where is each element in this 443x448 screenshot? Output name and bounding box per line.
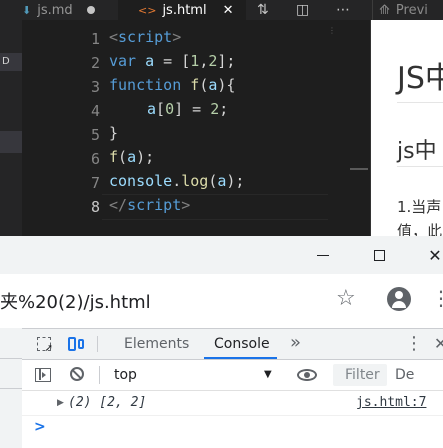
tab-preview[interactable]: ⟰ Previ [372, 0, 443, 20]
devtools-close-icon[interactable]: ✕ [434, 329, 443, 359]
bookmark-star-icon[interactable]: ☆ [336, 286, 356, 311]
code-line-2[interactable]: var a = [1,2]; [109, 49, 235, 73]
minimize-button[interactable] [300, 236, 346, 274]
live-expression-eye-icon[interactable] [297, 369, 317, 381]
devtools-menu-icon[interactable]: ⋮ [405, 329, 423, 359]
browser-title-bar: ✕ [0, 236, 443, 274]
console-prompt[interactable]: > [34, 415, 46, 439]
url-field[interactable]: 夹%20(2)/js.html [0, 288, 151, 314]
preview-paragraph: 1.当声 [397, 198, 442, 216]
tab-js-html-label: js.html [162, 2, 207, 18]
left-window-edge [0, 328, 22, 448]
tab-js-md-label: js.md [37, 2, 73, 18]
console-log-value[interactable]: (2) [2, 2] [68, 391, 146, 415]
tablet-shape [78, 339, 84, 349]
open-changes-icon[interactable]: ⇅ [257, 0, 269, 20]
minimize-icon [317, 254, 329, 256]
code-line-7[interactable]: console.log(a); [109, 169, 244, 193]
source-link[interactable]: js.html:7 [356, 391, 426, 415]
preview-divider [397, 102, 443, 103]
log-levels-dropdown[interactable]: De [395, 360, 414, 390]
left-edge-row [0, 358, 22, 389]
device-toolbar-icon[interactable] [66, 334, 86, 354]
filter-input[interactable]: Filter [333, 364, 387, 386]
sidebar-badge[interactable]: D [0, 53, 22, 71]
phone-shape [68, 337, 76, 351]
editor-tab-bar: ⬇ js.md <> js.html ✕ ⇅ ◫ ⋯ ⟰ Previ [0, 0, 443, 20]
code-line-6[interactable]: f(a); [109, 145, 154, 169]
show-sidebar-icon[interactable] [35, 368, 51, 382]
browser-menu-icon[interactable]: ⋮ [431, 288, 443, 308]
preview-icon: ⟰ [379, 2, 390, 18]
tab-console[interactable]: Console [214, 329, 270, 359]
preview-heading: js中 [397, 139, 437, 164]
maximize-icon [373, 249, 385, 261]
tab-js-html[interactable]: <> js.html ✕ [118, 0, 246, 20]
minimap[interactable]: ⋮ [328, 27, 342, 35]
markdown-icon: ⬇ [22, 3, 32, 17]
code-line-1[interactable]: <script> [109, 25, 181, 49]
left-edge-row [0, 328, 22, 359]
tab-preview-label: Previ [395, 2, 428, 18]
code-line-4[interactable]: a[0] = 2; [147, 97, 228, 121]
context-selector[interactable]: top [114, 360, 137, 390]
line-number: 2 [90, 54, 100, 72]
address-bar: 夹%20(2)/js.html ☆ ⋮ [0, 274, 443, 328]
cursor-arrow-icon: ➚ [44, 343, 53, 354]
line-number: 6 [90, 150, 100, 168]
tab-js-md[interactable]: ⬇ js.md [22, 0, 95, 20]
vscode-window: ⬇ js.md <> js.html ✕ ⇅ ◫ ⋯ ⟰ Previ D 1 2… [0, 0, 443, 236]
active-tab-indicator [204, 357, 277, 359]
close-tab-icon[interactable]: ✕ [223, 3, 234, 18]
more-actions-icon[interactable]: ⋯ [336, 0, 350, 20]
unsaved-dot-icon[interactable] [86, 6, 95, 14]
preview-title: JS中 [397, 61, 443, 96]
devtools-tab-bar: ➚ Elements Console » ⋮ ✕ [0, 329, 443, 360]
expand-arrow-icon[interactable]: ▶ [57, 391, 64, 415]
close-window-button[interactable]: ✕ [412, 236, 443, 274]
line-number: 7 [90, 174, 100, 192]
explorer-sidebar: D [0, 20, 22, 236]
console-toolbar: top ▼ Filter De [0, 360, 443, 391]
sidebar-selected-item[interactable] [0, 131, 22, 153]
maximize-button[interactable] [356, 236, 402, 274]
more-tabs-icon[interactable]: » [290, 329, 301, 359]
line-number: 5 [90, 126, 100, 144]
line-number: 1 [90, 30, 100, 48]
inspect-box: ➚ [37, 337, 53, 354]
code-line-5[interactable]: } [109, 121, 118, 145]
preview-paragraph: 值，此 [397, 222, 443, 236]
console-message: ▶ (2) [2, 2] js.html:7 [0, 391, 443, 416]
inspect-element-icon[interactable]: ➚ [34, 334, 54, 354]
html-icon: <> [138, 3, 157, 17]
account-avatar-icon[interactable] [387, 287, 411, 311]
browser-window: ✕ 夹%20(2)/js.html ☆ ⋮ ➚ Elements Console… [0, 236, 443, 448]
code-line-8[interactable]: </script> [109, 193, 190, 217]
split-editor-icon[interactable]: ◫ [296, 0, 309, 20]
line-number-active: 8 [90, 198, 100, 216]
code-line-3[interactable]: function f(a){ [109, 73, 235, 97]
dropdown-arrow-icon[interactable]: ▼ [264, 360, 272, 390]
tab-elements[interactable]: Elements [124, 329, 189, 359]
close-icon: ✕ [428, 245, 442, 265]
markdown-preview-pane: JS中 js中 1.当声 值，此 [371, 20, 443, 236]
preview-divider [397, 166, 443, 167]
line-number: 3 [90, 78, 100, 96]
toolbar-divider [97, 336, 98, 352]
toolbar-divider [99, 366, 100, 384]
devtools-panel: ➚ Elements Console » ⋮ ✕ top ▼ Filter De… [0, 328, 443, 448]
clear-console-icon[interactable] [70, 367, 84, 381]
scrollbar-marker[interactable] [350, 168, 368, 170]
line-number: 4 [90, 102, 100, 120]
